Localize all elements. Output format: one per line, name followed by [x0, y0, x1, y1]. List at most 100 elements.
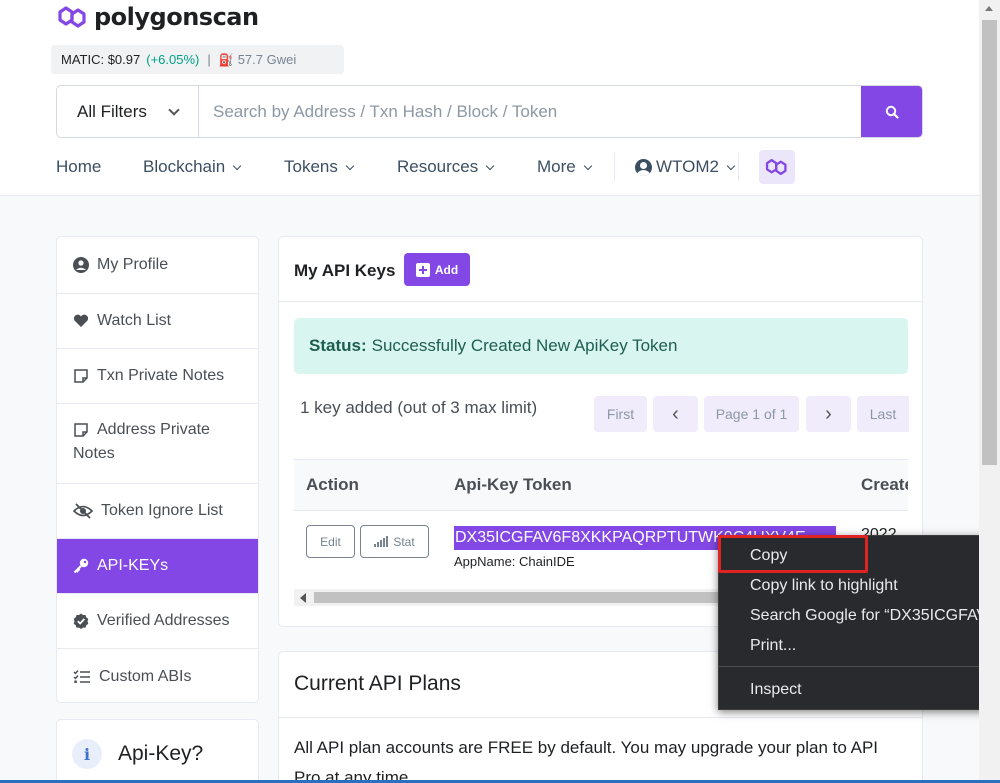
sidebar-item-token-ignore-list[interactable]: Token Ignore List [57, 484, 258, 539]
check-badge-icon [73, 613, 89, 629]
sidebar-item-label: Txn Private Notes [97, 367, 225, 384]
api-key-help-card: i Api-Key? [56, 719, 259, 783]
nav-more-label: More [537, 157, 576, 176]
pager-last-button[interactable]: Last [857, 396, 909, 432]
add-api-key-button[interactable]: Add [404, 253, 470, 286]
context-menu-separator [719, 666, 1000, 667]
plus-square-icon [415, 262, 430, 277]
nav-home[interactable]: Home [56, 150, 143, 184]
polygon-logo-icon [765, 158, 787, 176]
pager-prev-button[interactable]: ‹ [653, 396, 698, 432]
scroll-up-arrow-icon[interactable] [985, 6, 993, 11]
user-circle-icon [73, 257, 89, 273]
nav-resources[interactable]: Resources [397, 150, 537, 184]
stat-button[interactable]: Stat [360, 525, 429, 558]
column-header-token: Api-Key Token [454, 475, 572, 494]
context-menu-print[interactable]: Print... [750, 637, 796, 655]
gas-pump-icon: ⛽ [218, 52, 234, 67]
sidebar-item-label: Verified Addresses [97, 612, 230, 629]
sidebar-item-label: Token Ignore List [101, 502, 223, 519]
card-title: My API Keys [294, 261, 396, 280]
search-filter-dropdown[interactable]: All Filters [57, 86, 199, 137]
pager-next-button[interactable]: › [806, 396, 851, 432]
nav-user-menu[interactable]: WTOM2 [615, 150, 738, 184]
nav-resources-label: Resources [397, 157, 479, 176]
nav-blockchain[interactable]: Blockchain [143, 150, 284, 184]
scrollbar-thumb[interactable] [314, 592, 754, 603]
api-key-help-title: Api-Key? [118, 742, 204, 765]
chevron-right-icon: › [825, 402, 832, 425]
chevron-down-icon [168, 103, 180, 116]
keys-count-text: 1 key added (out of 3 max limit) [300, 398, 538, 417]
pager-page-label: Page 1 of 1 [715, 406, 788, 422]
page-vertical-scrollbar[interactable] [979, 0, 1000, 783]
price-separator: | [207, 52, 211, 67]
sidebar-item-address-private-notes[interactable]: Address Private Notes [57, 404, 258, 484]
polygon-network-button[interactable] [759, 150, 795, 184]
pager-page-indicator: Page 1 of 1 [704, 396, 799, 432]
sidebar-item-api-keys[interactable]: API-KEYs [57, 539, 258, 594]
nav-more[interactable]: More [537, 150, 614, 184]
sidebar-item-label: API-KEYs [97, 557, 169, 574]
nav-divider [738, 153, 739, 181]
card-header: My API Keys Add [279, 237, 922, 302]
sidebar-item-watch-list[interactable]: Watch List [57, 294, 258, 349]
heart-icon [73, 313, 89, 329]
pager-first-button[interactable]: First [594, 396, 647, 432]
search-bar: All Filters [56, 85, 923, 138]
stat-button-label: Stat [393, 534, 415, 549]
scroll-left-arrow-icon[interactable] [300, 593, 306, 603]
table-header-row: Action Api-Key Token Create [294, 459, 908, 511]
copy-highlight-annotation [718, 535, 868, 573]
brand-name: polygonscan [94, 3, 259, 31]
context-menu-copy-link[interactable]: Copy link to highlight [750, 577, 898, 595]
chevron-down-icon [583, 161, 592, 170]
search-icon [885, 105, 899, 119]
matic-price[interactable]: MATIC: $0.97 [61, 52, 140, 67]
pager-first-label: First [606, 406, 635, 422]
status-label: Status: [309, 336, 367, 355]
price-change: (+6.05%) [146, 52, 200, 67]
price-bar: MATIC: $0.97 (+6.05%) | ⛽ 57.7 Gwei [51, 45, 344, 74]
chevron-down-icon [345, 161, 355, 170]
column-header-created: Create [861, 475, 908, 494]
user-circle-icon [635, 158, 652, 176]
eye-slash-icon [73, 503, 93, 519]
site-header: polygonscan MATIC: $0.97 (+6.05%) | ⛽ 57… [0, 0, 979, 196]
account-sidebar: My Profile Watch List Txn Private Notes … [56, 236, 259, 703]
sidebar-item-txn-private-notes[interactable]: Txn Private Notes [57, 349, 258, 404]
nav-tokens-label: Tokens [284, 157, 338, 176]
gas-price[interactable]: 57.7 Gwei [238, 52, 297, 67]
sidebar-item-custom-abis[interactable]: Custom ABIs [57, 649, 258, 702]
chevron-left-icon: ‹ [672, 402, 679, 425]
status-message: Successfully Created New ApiKey Token [371, 336, 678, 355]
polygonscan-logo[interactable]: polygonscan [56, 2, 259, 32]
signal-bars-icon [374, 536, 389, 547]
nav-tokens[interactable]: Tokens [284, 150, 397, 184]
pager-last-label: Last [869, 406, 897, 422]
nav-user-label: WTOM2 [656, 157, 719, 176]
sidebar-item-label: Custom ABIs [99, 667, 192, 685]
context-menu-inspect[interactable]: Inspect [750, 681, 802, 699]
plans-divider [279, 717, 922, 718]
status-alert: Status: Successfully Created New ApiKey … [294, 318, 908, 374]
nav-network-switch[interactable] [759, 150, 795, 184]
sidebar-item-verified-addresses[interactable]: Verified Addresses [57, 594, 258, 649]
info-icon: i [72, 739, 102, 769]
sidebar-item-label: Address Private Notes [73, 421, 210, 462]
app-name: AppName: ChainIDE [454, 554, 575, 569]
nav-home-label: Home [56, 157, 102, 176]
page-scrollbar-thumb[interactable] [982, 20, 997, 465]
polygon-logo-icon [58, 6, 86, 28]
sidebar-item-my-profile[interactable]: My Profile [57, 237, 258, 294]
chevron-down-icon [486, 161, 495, 170]
edit-button[interactable]: Edit [306, 525, 355, 558]
context-menu-search-google[interactable]: Search Google for “DX35ICGFAV6F8 [750, 607, 1000, 625]
search-button[interactable] [861, 86, 922, 137]
nav-blockchain-label: Blockchain [143, 157, 226, 176]
chevron-down-icon [726, 161, 736, 170]
filter-label: All Filters [77, 101, 147, 121]
search-input[interactable] [199, 86, 861, 137]
plans-title: Current API Plans [294, 672, 461, 695]
chevron-down-icon [232, 161, 242, 170]
